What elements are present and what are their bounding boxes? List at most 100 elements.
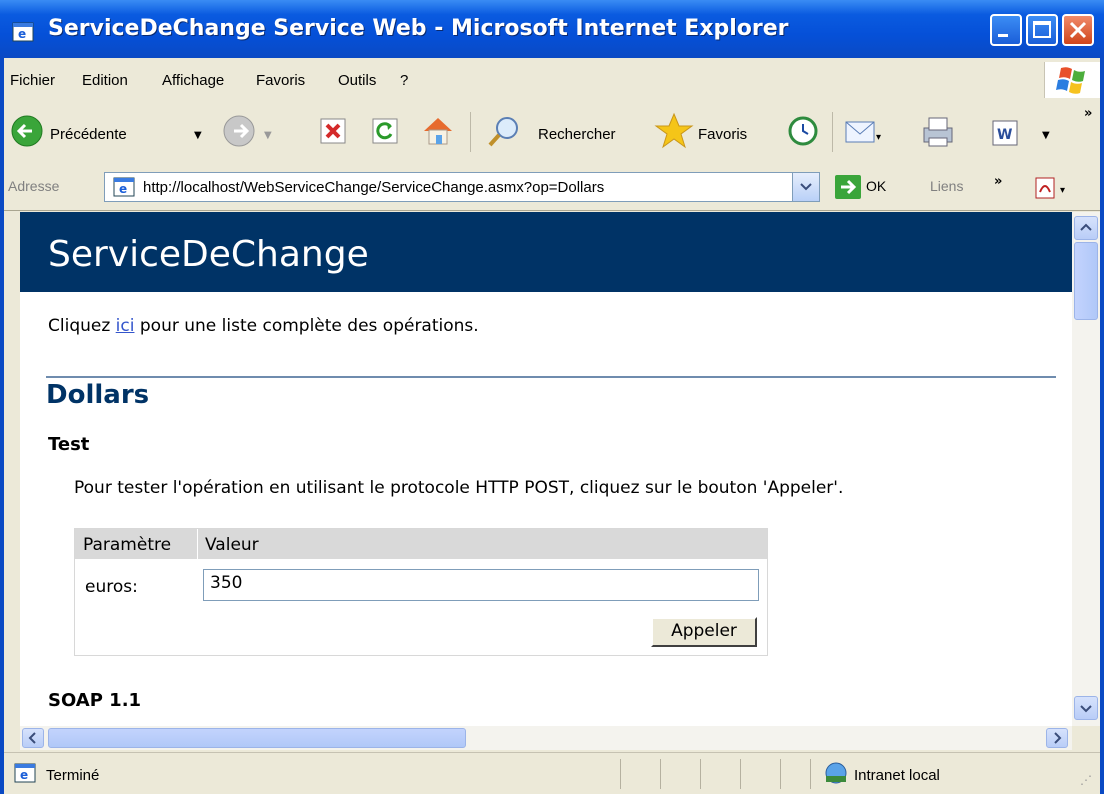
mail-icon[interactable]: ▾: [844, 116, 884, 150]
back-dropdown-icon[interactable]: ▼: [194, 130, 202, 141]
parameter-table-header: Paramètre Valeur: [75, 529, 767, 559]
menu-edition[interactable]: Edition: [82, 72, 128, 89]
address-url: http://localhost/WebServiceChange/Servic…: [143, 179, 605, 196]
intro-before: Cliquez: [48, 316, 116, 336]
service-title: ServiceDeChange: [48, 234, 369, 275]
test-description: Pour tester l'opération en utilisant le …: [74, 478, 844, 498]
status-separator: [780, 759, 781, 789]
close-icon: [1069, 21, 1087, 39]
header-value: Valeur: [205, 535, 259, 555]
intro-after: pour une liste complète des opérations.: [134, 316, 479, 336]
menu-outils[interactable]: Outils: [338, 72, 376, 89]
address-bar: Adresse e http://localhost/WebServiceCha…: [0, 164, 1104, 211]
go-button[interactable]: OK: [866, 178, 886, 194]
horizontal-scroll-thumb[interactable]: [48, 728, 466, 748]
address-input[interactable]: e http://localhost/WebServiceChange/Serv…: [104, 172, 820, 202]
home-icon[interactable]: [420, 114, 456, 152]
toolbar-separator: [470, 112, 471, 152]
toolbar-chevron-icon[interactable]: »: [1084, 106, 1092, 121]
operations-link[interactable]: ici: [116, 316, 135, 336]
favorites-star-icon[interactable]: [654, 112, 694, 154]
windows-logo-icon: [1044, 62, 1101, 98]
intranet-zone-icon: [822, 761, 852, 789]
svg-text:▾: ▾: [1060, 185, 1065, 196]
ie-page-icon: e: [12, 22, 34, 42]
vertical-scrollbar[interactable]: [1072, 212, 1100, 726]
page-done-icon: e: [14, 763, 36, 787]
intro-text: Cliquez ici pour une liste complète des …: [48, 316, 479, 336]
minimize-button[interactable]: [990, 14, 1022, 46]
print-icon[interactable]: [918, 114, 958, 154]
forward-arrow-icon[interactable]: [222, 114, 256, 152]
refresh-icon[interactable]: [370, 116, 400, 150]
window-frame-left: [0, 58, 4, 794]
close-button[interactable]: [1062, 14, 1094, 46]
go-arrow-icon[interactable]: [834, 174, 862, 204]
window-title: ServiceDeChange Service Web - Microsoft …: [48, 16, 789, 41]
menu-bar: Fichier Edition Affichage Favoris Outils…: [0, 58, 1104, 101]
menu-help[interactable]: ?: [400, 72, 408, 89]
euros-label: euros:: [85, 577, 138, 597]
status-bar: e Terminé Intranet local ⋰: [0, 752, 1104, 794]
operation-title: Dollars: [46, 380, 150, 410]
menu-affichage[interactable]: Affichage: [162, 72, 224, 89]
soap-heading: SOAP 1.1: [48, 690, 142, 711]
browser-window: e ServiceDeChange Service Web - Microsof…: [0, 0, 1104, 794]
links-chevron-icon[interactable]: »: [994, 174, 1002, 189]
chevron-down-icon: [800, 183, 812, 191]
word-edit-icon[interactable]: W: [990, 118, 1020, 152]
back-arrow-icon[interactable]: [10, 114, 44, 152]
pdf-icon[interactable]: ▾: [1034, 176, 1074, 204]
page-icon: e: [113, 177, 135, 201]
favorites-button[interactable]: Favoris: [698, 126, 747, 143]
title-bar[interactable]: e ServiceDeChange Service Web - Microsof…: [0, 0, 1104, 58]
status-separator: [700, 759, 701, 789]
status-text: Terminé: [46, 767, 100, 784]
maximize-icon: [1033, 21, 1051, 38]
window-frame-right: [1100, 58, 1104, 794]
status-separator: [660, 759, 661, 789]
status-separator: [740, 759, 741, 789]
svg-text:W: W: [997, 127, 1012, 143]
horizontal-scrollbar[interactable]: [20, 726, 1072, 750]
status-separator: [620, 759, 621, 789]
search-icon[interactable]: [486, 114, 522, 154]
header-divider: [197, 529, 198, 559]
scroll-right-button[interactable]: [1046, 728, 1068, 748]
svg-text:e: e: [20, 768, 28, 782]
svg-text:▾: ▾: [876, 132, 881, 143]
scroll-down-button[interactable]: [1074, 696, 1098, 720]
call-button[interactable]: Appeler: [651, 617, 757, 647]
stop-icon[interactable]: [318, 116, 348, 150]
address-dropdown-button[interactable]: [792, 173, 819, 201]
chevron-left-icon: [28, 732, 36, 744]
header-parameter: Paramètre: [83, 535, 172, 555]
minimize-icon: [998, 34, 1008, 37]
divider: [46, 376, 1056, 378]
menu-fichier[interactable]: Fichier: [10, 72, 55, 89]
svg-text:e: e: [119, 182, 127, 196]
links-label[interactable]: Liens: [930, 178, 963, 194]
maximize-button[interactable]: [1026, 14, 1058, 46]
menu-favoris[interactable]: Favoris: [256, 72, 305, 89]
address-label: Adresse: [8, 178, 60, 194]
test-heading: Test: [48, 434, 90, 455]
vertical-scroll-thumb[interactable]: [1074, 242, 1098, 320]
back-button[interactable]: Précédente: [50, 126, 127, 143]
euros-input[interactable]: 350: [203, 569, 759, 601]
forward-dropdown-icon[interactable]: ▼: [264, 130, 272, 141]
chevron-up-icon: [1080, 223, 1092, 231]
scroll-up-button[interactable]: [1074, 216, 1098, 240]
history-icon[interactable]: [786, 114, 820, 152]
svg-text:e: e: [18, 27, 26, 41]
security-zone: Intranet local: [854, 767, 940, 784]
chevron-right-icon: [1054, 732, 1062, 744]
chevron-down-icon: [1080, 705, 1092, 713]
scroll-left-button[interactable]: [22, 728, 44, 748]
toolbar-separator: [832, 112, 833, 152]
edit-dropdown-icon[interactable]: ▼: [1042, 130, 1050, 141]
page-content: ServiceDeChange Cliquez ici pour une lis…: [20, 212, 1072, 726]
standard-toolbar: Précédente ▼ ▼ Rechercher Favoris ▾ W ▼ …: [0, 100, 1104, 165]
resize-grip-icon[interactable]: ⋰: [1080, 773, 1092, 787]
search-button[interactable]: Rechercher: [538, 126, 616, 143]
